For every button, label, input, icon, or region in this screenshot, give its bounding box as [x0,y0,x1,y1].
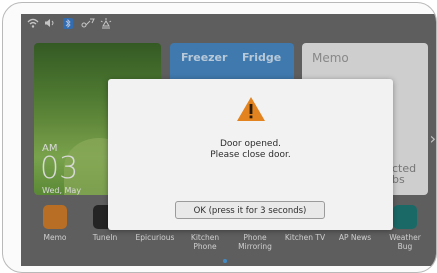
dialog-message-line2: Please close door. [210,150,291,160]
door-alert-dialog: Door opened. Please close door. OK (pres… [108,79,393,230]
fridge-display-bezel: AM 03 Wed, May Freezer Fridge Memo cted … [2,2,437,273]
warning-icon [236,96,266,122]
home-screen: AM 03 Wed, May Freezer Fridge Memo cted … [21,14,436,266]
ok-button[interactable]: OK (press it for 3 seconds) [175,201,325,219]
dialog-message-line1: Door opened. [219,139,282,149]
